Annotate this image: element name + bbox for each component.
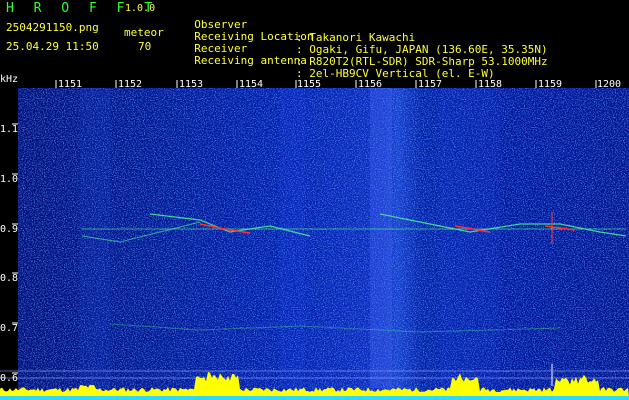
time-tick-label: 1158 <box>478 79 503 90</box>
time-tick-label: 1153 <box>179 79 204 90</box>
time-tick-label: 1154 <box>239 79 264 90</box>
spectrogram <box>0 80 629 400</box>
time-tick-label: 1155 <box>297 79 322 90</box>
frequency-unit: kHz <box>0 74 19 85</box>
y-tick-label: 0.6 <box>0 373 19 384</box>
observation-datetime: 25.04.29 11:50 <box>6 40 99 53</box>
y-tick-label: 1.1 <box>0 124 19 135</box>
y-tick-label: 0.7 <box>0 323 19 334</box>
y-tick-label: 0.8 <box>0 273 19 284</box>
image-filename: 2504291150.png <box>6 21 99 34</box>
time-tick-label: 1152 <box>118 79 143 90</box>
time-tick-label: 1151 <box>58 79 83 90</box>
y-tick-label: 0.9 <box>0 224 19 235</box>
app-version: 1.0.0 <box>125 3 156 14</box>
meteor-count: 70 <box>138 40 152 53</box>
time-tick-label: 1159 <box>538 79 563 90</box>
info-key: Receiving antenna <box>194 54 307 67</box>
y-tick-label: 1.0 <box>0 174 19 185</box>
time-tick-label: 1200 <box>597 79 622 90</box>
time-tick-label: 1157 <box>418 79 443 90</box>
baseline-bar <box>0 396 629 400</box>
detection-mode-label: meteor <box>124 26 164 39</box>
time-tick-label: 1156 <box>358 79 383 90</box>
